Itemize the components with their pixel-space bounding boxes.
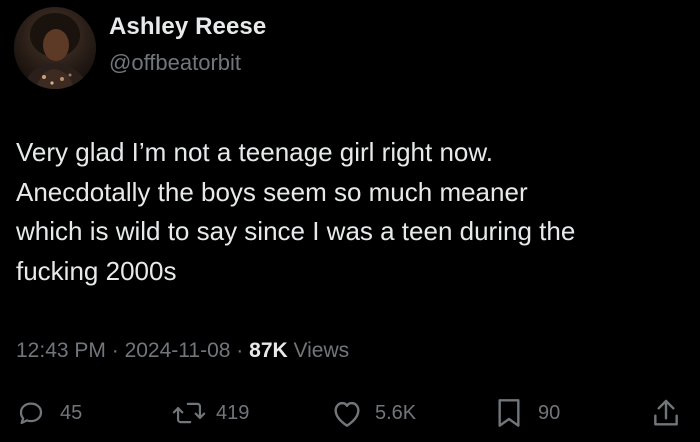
bookmark-button[interactable]: 90 [494,395,560,431]
views-label: Views [293,339,350,362]
avatar[interactable] [14,7,96,89]
reply-count: 45 [60,401,83,424]
share-button[interactable] [651,395,681,431]
bookmark-icon [494,397,524,429]
repost-button[interactable]: 419 [172,395,249,431]
author-name[interactable]: Ashley Reese [109,13,266,41]
tweet-meta: 12:43 PM · 2024-11-08 · 87K Views [16,339,349,363]
repost-icon [172,398,206,428]
tweet-card: Ashley Reese @offbeatorbit Very glad I’m… [0,0,700,442]
meta-separator: · [236,339,244,362]
reply-button[interactable]: 45 [16,395,82,431]
tweet-time[interactable]: 12:43 PM [16,339,106,362]
like-count: 5.6K [375,401,417,424]
repost-count: 419 [216,401,250,424]
heart-icon [331,398,363,428]
tweet-date[interactable]: 2024-11-08 [125,339,231,362]
tweet-text: Very glad I’m not a teenage girl right n… [16,137,576,286]
views-count: 87K [249,339,288,362]
bookmark-count: 90 [538,401,561,424]
action-bar: 45 419 5.6K 90 [0,395,700,431]
meta-separator: · [111,339,119,362]
like-button[interactable]: 5.6K [331,395,416,431]
share-icon [651,397,681,429]
author-handle[interactable]: @offbeatorbit [109,50,241,76]
reply-icon [16,398,46,428]
